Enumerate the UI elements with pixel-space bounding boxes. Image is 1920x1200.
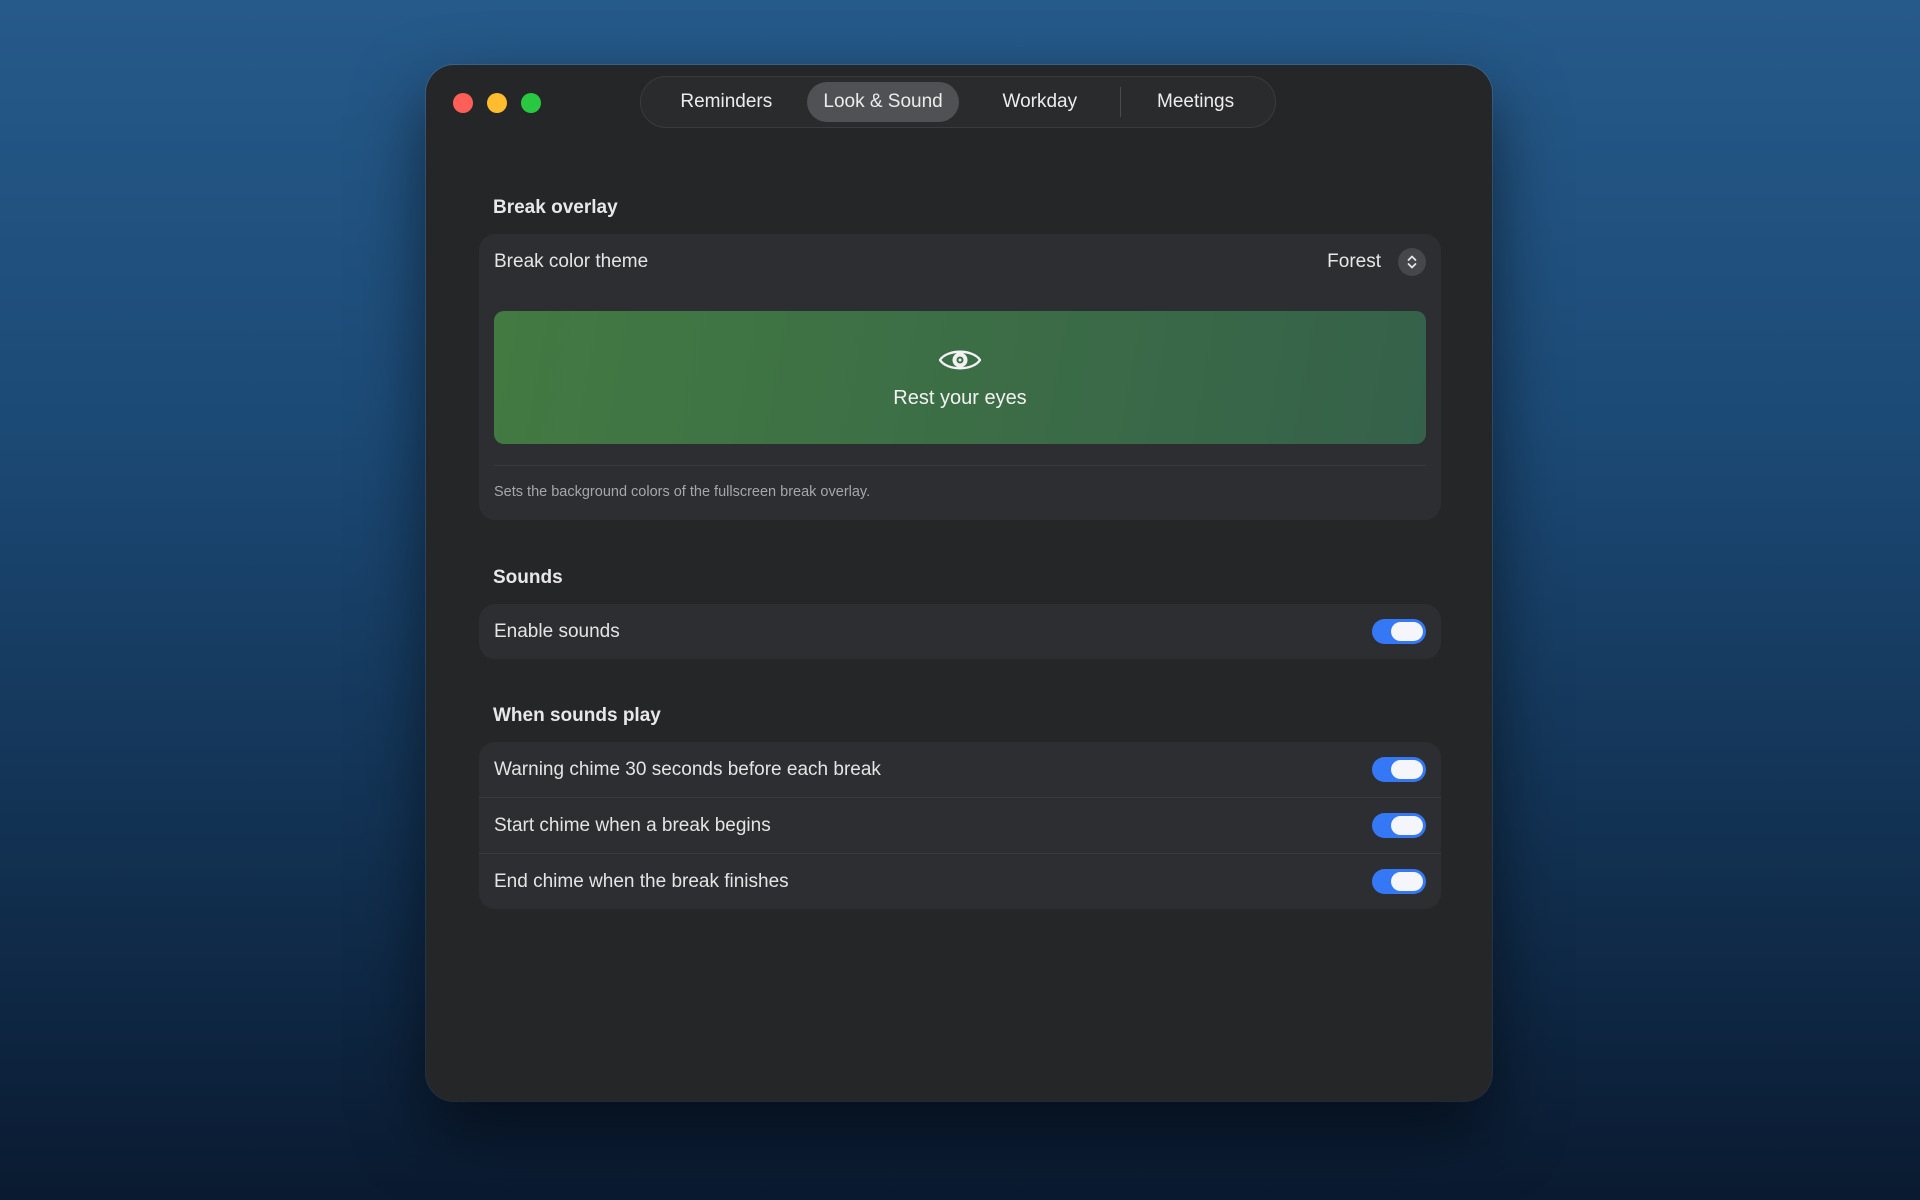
eye-icon (938, 346, 982, 379)
warning-chime-toggle[interactable] (1372, 757, 1426, 782)
break-color-theme-popup[interactable]: Forest (1327, 247, 1426, 276)
break-color-theme-row: Break color theme Forest (479, 234, 1441, 289)
sounds-card: Enable sounds (479, 604, 1441, 659)
end-chime-row: End chime when the break finishes (479, 853, 1441, 909)
settings-window: Reminders Look & Sound Workday Meetings … (426, 65, 1492, 1101)
warning-chime-label: Warning chime 30 seconds before each bre… (494, 758, 881, 780)
enable-sounds-label: Enable sounds (494, 620, 620, 642)
tab-bar: Reminders Look & Sound Workday Meetings (640, 76, 1276, 128)
toggle-knob (1391, 760, 1423, 779)
tab-meetings[interactable]: Meetings (1121, 82, 1270, 122)
toggle-knob (1391, 622, 1423, 641)
when-sounds-play-card: Warning chime 30 seconds before each bre… (479, 742, 1441, 909)
toggle-knob (1391, 872, 1423, 891)
start-chime-row: Start chime when a break begins (479, 797, 1441, 853)
break-overlay-footnote: Sets the background colors of the fullsc… (494, 484, 871, 500)
end-chime-label: End chime when the break finishes (494, 870, 789, 892)
zoom-button[interactable] (521, 93, 541, 113)
toggle-knob (1391, 816, 1423, 835)
break-overlay-card: Break color theme Forest Rest your eyes … (479, 234, 1441, 520)
traffic-lights (453, 93, 541, 113)
break-overlay-preview: Rest your eyes (494, 311, 1426, 444)
tab-reminders[interactable]: Reminders (646, 82, 807, 122)
preview-text: Rest your eyes (893, 386, 1027, 409)
section-title-break-overlay: Break overlay (493, 197, 618, 218)
end-chime-toggle[interactable] (1372, 869, 1426, 894)
section-title-sounds: Sounds (493, 567, 563, 588)
close-button[interactable] (453, 93, 473, 113)
warning-chime-row: Warning chime 30 seconds before each bre… (479, 742, 1441, 797)
start-chime-label: Start chime when a break begins (494, 814, 771, 836)
section-title-when-sounds-play: When sounds play (493, 705, 661, 726)
start-chime-toggle[interactable] (1372, 813, 1426, 838)
card-divider (494, 465, 1426, 466)
break-color-theme-label: Break color theme (494, 250, 649, 272)
tab-workday[interactable]: Workday (959, 82, 1120, 122)
chevron-up-down-icon (1398, 247, 1426, 276)
tab-look-and-sound[interactable]: Look & Sound (806, 82, 960, 122)
enable-sounds-row: Enable sounds (479, 604, 1441, 659)
minimize-button[interactable] (487, 93, 507, 113)
break-color-theme-value: Forest (1327, 250, 1381, 272)
enable-sounds-toggle[interactable] (1372, 619, 1426, 644)
